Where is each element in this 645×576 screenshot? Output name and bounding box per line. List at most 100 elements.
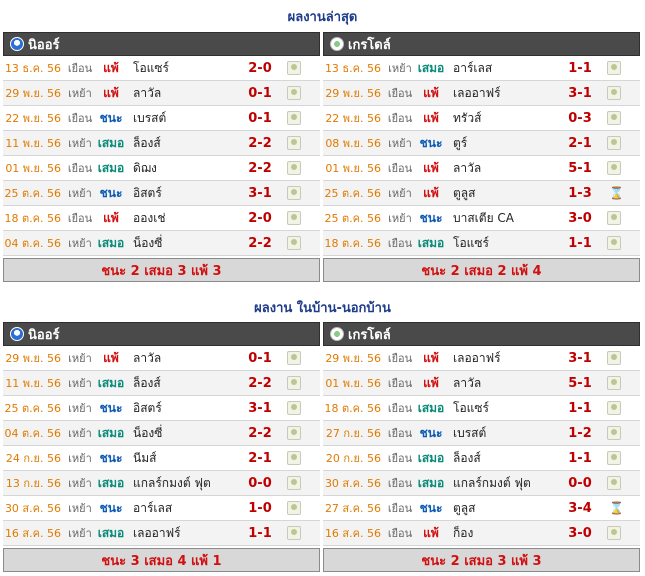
- match-detail-link[interactable]: [283, 236, 305, 250]
- match-detail-link[interactable]: [283, 86, 305, 100]
- match-detail-icon[interactable]: [607, 136, 621, 150]
- match-detail-icon[interactable]: [607, 86, 621, 100]
- match-detail-link[interactable]: [603, 136, 625, 150]
- match-detail-link[interactable]: [603, 351, 625, 365]
- match-detail-icon[interactable]: [607, 401, 621, 415]
- match-detail-link[interactable]: [603, 236, 625, 250]
- match-score[interactable]: 0-0: [557, 476, 603, 491]
- opponent-name[interactable]: ก็อง: [447, 524, 557, 543]
- opponent-name[interactable]: ตูลูส: [447, 499, 557, 518]
- match-score[interactable]: 2-2: [237, 161, 283, 176]
- opponent-name[interactable]: ทรัวส์: [447, 109, 557, 128]
- match-detail-icon[interactable]: [607, 236, 621, 250]
- match-detail-link[interactable]: [283, 351, 305, 365]
- match-detail-link[interactable]: [603, 401, 625, 415]
- match-detail-link[interactable]: [283, 111, 305, 125]
- opponent-name[interactable]: โอแซร์: [447, 234, 557, 253]
- opponent-name[interactable]: ตูร์: [447, 134, 557, 153]
- opponent-name[interactable]: อาร์เลส: [447, 59, 557, 78]
- match-score[interactable]: 2-1: [237, 451, 283, 466]
- team-name[interactable]: นิออร์: [28, 34, 59, 55]
- match-score[interactable]: 1-1: [557, 236, 603, 251]
- match-score[interactable]: 0-1: [237, 351, 283, 366]
- match-detail-icon[interactable]: [287, 476, 301, 490]
- match-detail-link[interactable]: [603, 61, 625, 75]
- match-detail-icon[interactable]: [287, 136, 301, 150]
- match-detail-link[interactable]: [603, 161, 625, 175]
- match-detail-link[interactable]: [603, 476, 625, 490]
- match-detail-link[interactable]: [283, 211, 305, 225]
- match-detail-link[interactable]: [603, 111, 625, 125]
- opponent-name[interactable]: น็องซี่: [127, 234, 237, 253]
- match-score[interactable]: 3-1: [557, 351, 603, 366]
- opponent-name[interactable]: อาร์เลส: [127, 499, 237, 518]
- opponent-name[interactable]: ลาวัล: [127, 84, 237, 103]
- match-score[interactable]: 3-4: [557, 501, 603, 516]
- match-score[interactable]: 0-1: [237, 86, 283, 101]
- match-detail-icon[interactable]: [287, 111, 301, 125]
- match-detail-icon[interactable]: [607, 351, 621, 365]
- opponent-name[interactable]: เบรสต์: [127, 109, 237, 128]
- match-detail-link[interactable]: [603, 86, 625, 100]
- opponent-name[interactable]: แกลร์กมงต์ ฟุต: [447, 474, 557, 493]
- match-score[interactable]: 2-2: [237, 376, 283, 391]
- match-detail-link[interactable]: [283, 161, 305, 175]
- match-detail-link[interactable]: [603, 451, 625, 465]
- match-score[interactable]: 3-1: [557, 86, 603, 101]
- match-detail-link[interactable]: [603, 426, 625, 440]
- hourglass-icon[interactable]: ⌛: [609, 501, 624, 515]
- match-detail-link[interactable]: [283, 501, 305, 515]
- opponent-name[interactable]: บาสเตีย CA: [447, 209, 557, 228]
- match-detail-link[interactable]: [283, 61, 305, 75]
- team-name[interactable]: นิออร์: [28, 324, 59, 345]
- match-score[interactable]: 1-1: [237, 526, 283, 541]
- opponent-name[interactable]: ลาวัล: [127, 349, 237, 368]
- match-detail-link[interactable]: [603, 526, 625, 540]
- match-detail-icon[interactable]: [607, 451, 621, 465]
- match-score[interactable]: 0-3: [557, 111, 603, 126]
- opponent-name[interactable]: ลาวัล: [447, 374, 557, 393]
- match-detail-icon[interactable]: [287, 186, 301, 200]
- match-detail-link[interactable]: [283, 401, 305, 415]
- match-score[interactable]: 3-0: [557, 526, 603, 541]
- team-name[interactable]: เกรโดล์: [348, 34, 391, 55]
- match-score[interactable]: 2-1: [557, 136, 603, 151]
- match-detail-icon[interactable]: [287, 451, 301, 465]
- match-score[interactable]: 1-2: [557, 426, 603, 441]
- match-score[interactable]: 0-0: [237, 476, 283, 491]
- match-detail-link[interactable]: [283, 526, 305, 540]
- match-detail-icon[interactable]: [607, 161, 621, 175]
- match-detail-icon[interactable]: [607, 376, 621, 390]
- match-detail-icon[interactable]: [287, 401, 301, 415]
- match-detail-link[interactable]: [603, 376, 625, 390]
- match-detail-icon[interactable]: [287, 61, 301, 75]
- opponent-name[interactable]: อิสตร์: [127, 184, 237, 203]
- match-score[interactable]: 1-3: [557, 186, 603, 201]
- match-detail-link[interactable]: [283, 136, 305, 150]
- opponent-name[interactable]: เลออาฟร์: [447, 349, 557, 368]
- match-score[interactable]: 1-1: [557, 401, 603, 416]
- match-detail-icon[interactable]: [287, 236, 301, 250]
- opponent-name[interactable]: ล็องส์: [127, 374, 237, 393]
- match-detail-link[interactable]: [283, 451, 305, 465]
- opponent-name[interactable]: โอแซร์: [127, 59, 237, 78]
- match-detail-icon[interactable]: [287, 351, 301, 365]
- match-score[interactable]: 1-1: [557, 61, 603, 76]
- match-detail-link[interactable]: [283, 186, 305, 200]
- match-score[interactable]: 2-2: [237, 236, 283, 251]
- match-detail-icon[interactable]: [287, 426, 301, 440]
- match-score[interactable]: 1-0: [237, 501, 283, 516]
- match-detail-icon[interactable]: [287, 211, 301, 225]
- opponent-name[interactable]: ล็องส์: [127, 134, 237, 153]
- match-score[interactable]: 3-1: [237, 401, 283, 416]
- opponent-name[interactable]: เลออาฟร์: [447, 84, 557, 103]
- match-detail-link[interactable]: [283, 476, 305, 490]
- opponent-name[interactable]: นีมส์: [127, 449, 237, 468]
- opponent-name[interactable]: แกลร์กมงต์ ฟุต: [127, 474, 237, 493]
- match-detail-icon[interactable]: [287, 376, 301, 390]
- match-detail-icon[interactable]: [287, 501, 301, 515]
- match-detail-link[interactable]: [283, 376, 305, 390]
- match-detail-link[interactable]: [603, 211, 625, 225]
- match-detail-icon[interactable]: [287, 161, 301, 175]
- match-detail-link[interactable]: ⌛: [603, 186, 625, 200]
